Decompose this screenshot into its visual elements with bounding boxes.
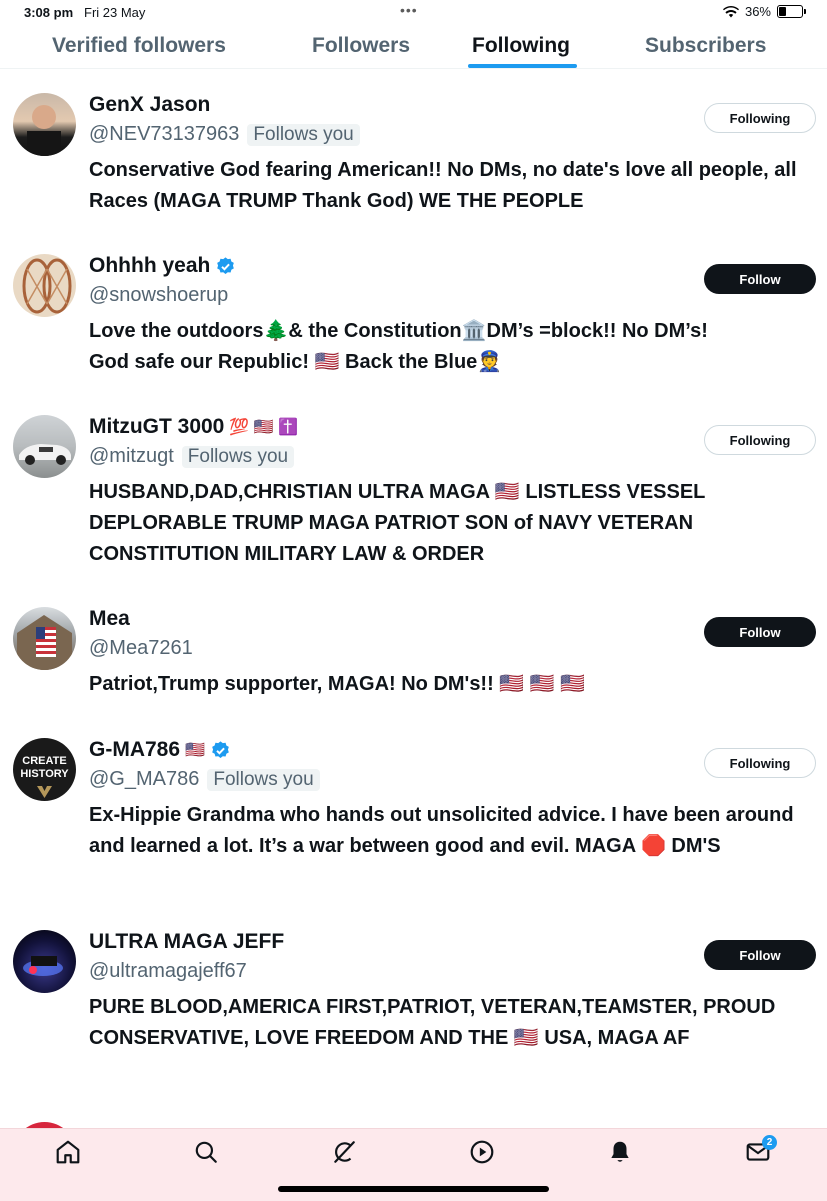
user-bio: Ex-Hippie Grandma who hands out unsolici…: [89, 804, 794, 857]
user-name[interactable]: Ohhhh yeah: [89, 254, 210, 278]
avatar-text: CREATE HISTORY: [13, 755, 76, 781]
name-emojis: 🇺🇸: [185, 742, 205, 759]
user-name[interactable]: GenX Jason: [89, 93, 210, 117]
wifi-icon: [722, 5, 739, 17]
status-time: 3:08 pm: [24, 5, 74, 20]
avatar[interactable]: CREATE HISTORY: [13, 738, 76, 801]
verified-badge-icon: [217, 256, 235, 274]
follows-you-badge: Follows you: [247, 123, 360, 146]
follows-you-badge: Follows you: [181, 445, 295, 468]
avatar-text-line: HISTORY: [20, 768, 69, 780]
tab-followers[interactable]: Followers: [312, 34, 410, 58]
following-button[interactable]: Following: [704, 425, 816, 455]
follow-button[interactable]: Follow: [704, 940, 816, 970]
avatar[interactable]: [13, 607, 76, 670]
user-name[interactable]: ULTRA MAGA JEFF: [89, 930, 284, 954]
following-button[interactable]: Following: [704, 748, 816, 778]
user-name[interactable]: Mea: [89, 607, 130, 631]
play-icon[interactable]: [469, 1139, 495, 1165]
user-name-line: G-MA786 🇺🇸: [89, 738, 231, 762]
avatar-text-line: CREATE: [22, 755, 67, 767]
home-icon[interactable]: [55, 1139, 81, 1165]
user-handle[interactable]: @snowshoerup: [89, 284, 228, 307]
user-name-line: GenX Jason: [89, 93, 210, 117]
user-handle-line: @mitzugt Follows you: [89, 445, 295, 468]
follow-button[interactable]: Follow: [704, 264, 816, 294]
user-bio: Love the outdoors🌲& the Constitution🏛️DM…: [89, 316, 811, 378]
follows-you-badge: Follows you: [207, 768, 320, 791]
name-emojis: 💯 🇺🇸 ✝️: [229, 419, 299, 436]
user-name-line: Mea: [89, 607, 130, 631]
user-name[interactable]: G-MA786: [89, 738, 180, 762]
user-handle-line: @G_MA786 Follows you: [89, 768, 320, 791]
tab-following[interactable]: Following: [472, 34, 570, 58]
user-handle[interactable]: @mitzugt: [89, 445, 174, 468]
status-date: Fri 23 May: [84, 5, 146, 20]
user-name-line: Ohhhh yeah: [89, 254, 236, 278]
avatar[interactable]: [13, 254, 76, 317]
user-name-line: ULTRA MAGA JEFF: [89, 930, 284, 954]
status-right: 36%: [722, 4, 806, 19]
battery-percent: 36%: [744, 4, 771, 19]
user-handle-line: @Mea7261: [89, 637, 193, 660]
verified-badge-icon: [212, 740, 229, 758]
user-bio: Conservative God fearing American!! No D…: [89, 159, 797, 212]
tab-subscribers[interactable]: Subscribers: [645, 34, 766, 58]
battery-fill: [779, 7, 786, 16]
follow-tabs: Verified followers Followers Following S…: [0, 24, 827, 69]
search-icon[interactable]: [193, 1139, 219, 1165]
active-tab-indicator: [468, 64, 577, 68]
avatar[interactable]: [13, 93, 76, 156]
user-bio-line: Love the outdoors🌲& the Constitution🏛️DM…: [89, 320, 708, 342]
battery-icon: [777, 5, 806, 18]
user-bio: HUSBAND,DAD,CHRISTIAN ULTRA MAGA 🇺🇸 LIST…: [89, 481, 706, 565]
user-bio: PURE BLOOD,AMERICA FIRST,PATRIOT, VETERA…: [89, 996, 776, 1049]
user-handle-line: @NEV73137963 Follows you: [89, 123, 360, 146]
user-name[interactable]: MitzuGT 3000: [89, 415, 224, 439]
user-handle-line: @snowshoerup: [89, 284, 228, 307]
user-handle[interactable]: @G_MA786: [89, 768, 199, 791]
user-handle[interactable]: @Mea7261: [89, 637, 193, 660]
user-handle-line: @ultramagajeff67: [89, 960, 247, 983]
user-handle[interactable]: @NEV73137963: [89, 123, 239, 146]
user-bio-line: God safe our Republic! 🇺🇸 Back the Blue👮: [89, 351, 503, 373]
home-indicator[interactable]: [278, 1186, 549, 1192]
bell-icon[interactable]: [607, 1139, 633, 1165]
multitasking-dots-icon[interactable]: •••: [400, 2, 418, 18]
avatar[interactable]: [13, 415, 76, 478]
following-button[interactable]: Following: [704, 103, 816, 133]
user-name-line: MitzuGT 3000 💯 🇺🇸 ✝️: [89, 415, 298, 439]
user-bio: Patriot,Trump supporter, MAGA! No DM's!!…: [89, 673, 586, 695]
follow-button[interactable]: Follow: [704, 617, 816, 647]
status-bar: 3:08 pm Fri 23 May ••• 36%: [0, 0, 827, 24]
avatar[interactable]: [13, 930, 76, 993]
tab-verified-followers[interactable]: Verified followers: [52, 34, 226, 58]
user-handle[interactable]: @ultramagajeff67: [89, 960, 247, 983]
messages-badge: 2: [762, 1135, 777, 1150]
grok-icon[interactable]: [331, 1139, 357, 1165]
